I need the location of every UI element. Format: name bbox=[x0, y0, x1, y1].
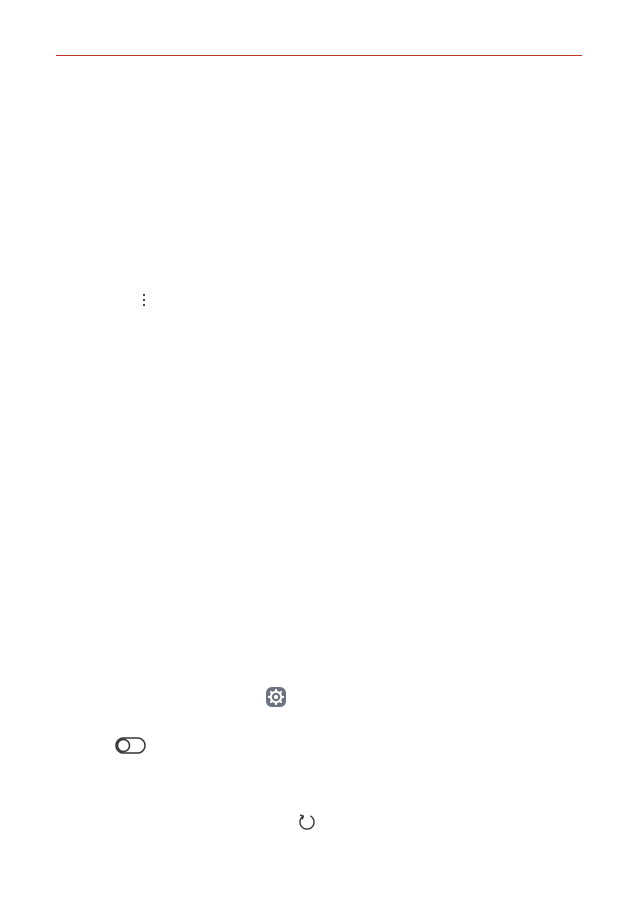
gear-icon bbox=[266, 687, 286, 707]
more-vertical-icon bbox=[142, 293, 146, 307]
toggle-switch-icon bbox=[115, 737, 146, 754]
refresh-icon bbox=[299, 814, 315, 830]
header-divider bbox=[56, 55, 582, 56]
